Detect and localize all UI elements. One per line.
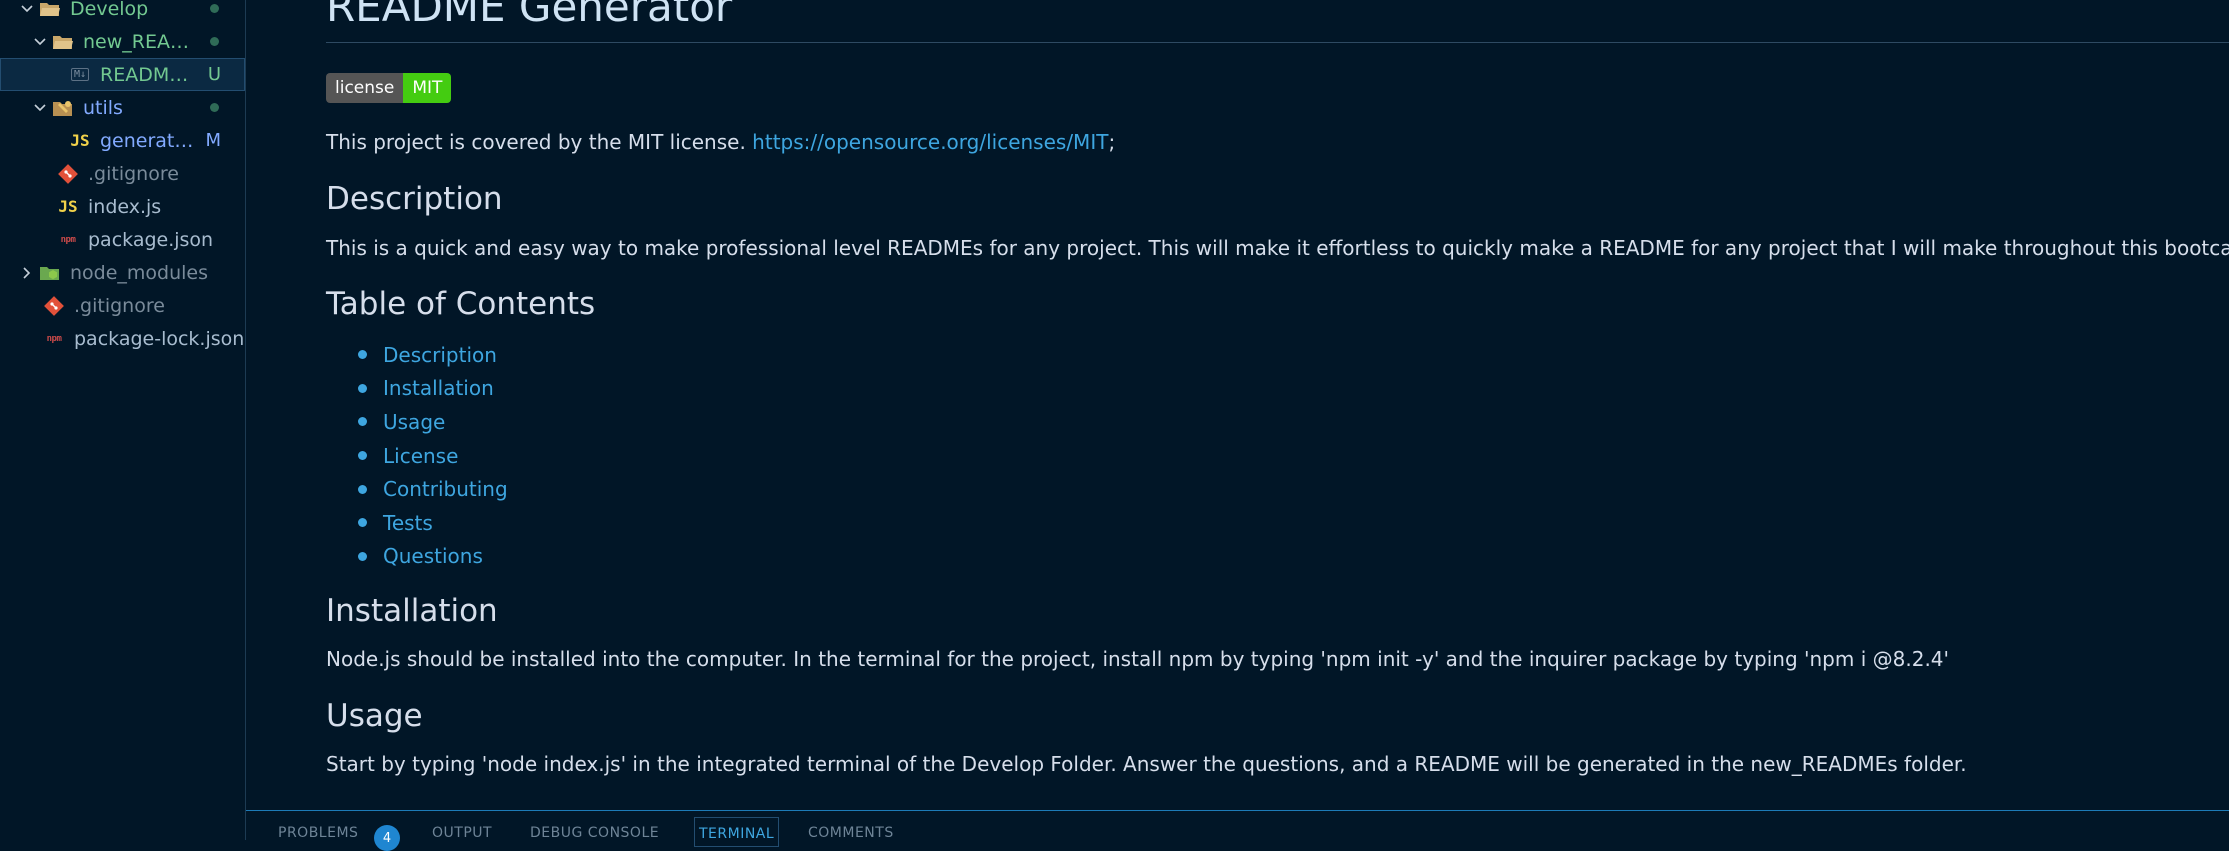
status-dot: [210, 4, 219, 13]
chevron-down-icon: [16, 0, 38, 20]
description-heading: Description: [326, 181, 503, 217]
tree-item-package-json[interactable]: npm package.json: [0, 223, 245, 256]
tab-output[interactable]: OUTPUT: [432, 825, 492, 841]
tree-item-develop[interactable]: Develop: [0, 0, 245, 25]
tree-item-utils[interactable]: utils: [0, 91, 245, 124]
folder-open-icon: [51, 31, 75, 53]
tree-item-label: .gitignore: [88, 162, 179, 185]
js-icon: JS: [58, 197, 78, 216]
tree-item-gitignore[interactable]: .gitignore: [0, 157, 245, 190]
title-divider: [326, 42, 2229, 43]
bottom-panel: PROBLEMS 4 OUTPUT DEBUG CONSOLE TERMINAL…: [246, 810, 2229, 851]
status-dot: [210, 103, 219, 112]
node-folder-icon: [38, 262, 62, 284]
modified-badge: M: [205, 130, 221, 151]
toc-link: Usage: [383, 409, 446, 434]
usage-heading: Usage: [326, 698, 423, 734]
toc-item[interactable]: Usage: [358, 405, 508, 439]
toc-link: Questions: [383, 544, 483, 569]
tree-item-label: utils: [83, 96, 123, 119]
markdown-icon: M↓: [68, 64, 92, 86]
bullet-icon: [358, 518, 367, 528]
toc-link: Installation: [383, 376, 494, 401]
tree-item-index-js[interactable]: JS index.js: [0, 190, 245, 223]
tree-item-readme-file[interactable]: M↓ README_... U: [0, 58, 245, 91]
installation-heading: Installation: [326, 593, 498, 629]
tree-item-label: new_READ...: [83, 30, 193, 53]
tree-item-label: Develop: [70, 0, 149, 20]
toc-item[interactable]: Tests: [358, 506, 508, 540]
toc-link: Description: [383, 342, 497, 367]
bullet-icon: [358, 551, 367, 561]
npm-icon: npm: [60, 234, 76, 245]
markdown-preview: README Generator license MIT This projec…: [246, 0, 2229, 810]
js-icon: JS: [70, 131, 90, 150]
tab-terminal[interactable]: TERMINAL: [694, 817, 780, 847]
toc-link: Contributing: [383, 477, 508, 502]
npm-icon: npm: [46, 333, 62, 344]
tab-comments[interactable]: COMMENTS: [808, 825, 894, 841]
toc-link: License: [383, 443, 459, 468]
bullet-icon: [358, 451, 367, 461]
license-text: This project is covered by the MIT licen…: [326, 130, 753, 154]
toc-item[interactable]: Contributing: [358, 472, 508, 506]
license-suffix: ;: [1108, 130, 1116, 154]
tree-item-label: package.json: [88, 228, 214, 251]
chevron-right-icon: [16, 262, 38, 284]
toc-item[interactable]: Questions: [358, 540, 508, 574]
git-icon: [42, 295, 66, 317]
tree-item-new-readmes[interactable]: new_READ...: [0, 25, 245, 58]
tree-item-node-modules[interactable]: node_modules: [0, 256, 245, 289]
installation-paragraph: Node.js should be installed into the com…: [326, 647, 1950, 671]
utils-folder-icon: [51, 97, 75, 119]
tab-debug-console[interactable]: DEBUG CONSOLE: [530, 825, 659, 841]
explorer-sidebar: Develop new_READ... M↓ README_... U util…: [0, 0, 246, 840]
tree-item-label: README_...: [100, 63, 200, 86]
bullet-icon: [358, 350, 367, 360]
license-paragraph: This project is covered by the MIT licen…: [326, 130, 1115, 154]
license-badge[interactable]: license MIT: [326, 73, 452, 103]
tree-item-root-gitignore[interactable]: .gitignore: [0, 289, 245, 322]
license-badge-label: license: [326, 73, 404, 103]
untracked-badge: U: [207, 64, 221, 85]
license-badge-value: MIT: [403, 73, 452, 103]
status-dot: [210, 37, 219, 46]
tree-item-label: package-lock.json: [74, 327, 245, 350]
toc-heading: Table of Contents: [326, 286, 596, 322]
git-icon: [56, 163, 80, 185]
usage-paragraph: Start by typing 'node index.js' in the i…: [326, 752, 1967, 776]
tab-problems[interactable]: PROBLEMS: [278, 825, 358, 841]
page-title: README Generator: [326, 0, 733, 31]
tree-item-package-lock[interactable]: npm package-lock.json: [0, 322, 245, 355]
toc-item[interactable]: License: [358, 439, 508, 473]
chevron-down-icon: [29, 31, 51, 53]
description-paragraph: This is a quick and easy way to make pro…: [326, 236, 2229, 260]
folder-open-icon: [38, 0, 62, 20]
tree-item-label: index.js: [88, 195, 162, 218]
problems-count-badge: 4: [374, 825, 400, 851]
bullet-icon: [358, 383, 367, 393]
license-link[interactable]: https://opensource.org/licenses/MIT: [752, 130, 1108, 154]
toc-link: Tests: [383, 510, 433, 535]
tree-item-label: generate...: [100, 129, 200, 152]
bullet-icon: [358, 417, 367, 427]
tree-item-generate-markdown[interactable]: JS generate... M: [0, 124, 245, 157]
bullet-icon: [358, 484, 367, 494]
chevron-down-icon: [29, 97, 51, 119]
tree-item-label: .gitignore: [74, 294, 165, 317]
tree-item-label: node_modules: [70, 261, 209, 284]
toc-item[interactable]: Installation: [358, 372, 508, 406]
toc-list: Description Installation Usage License C…: [358, 338, 508, 573]
toc-item[interactable]: Description: [358, 338, 508, 372]
